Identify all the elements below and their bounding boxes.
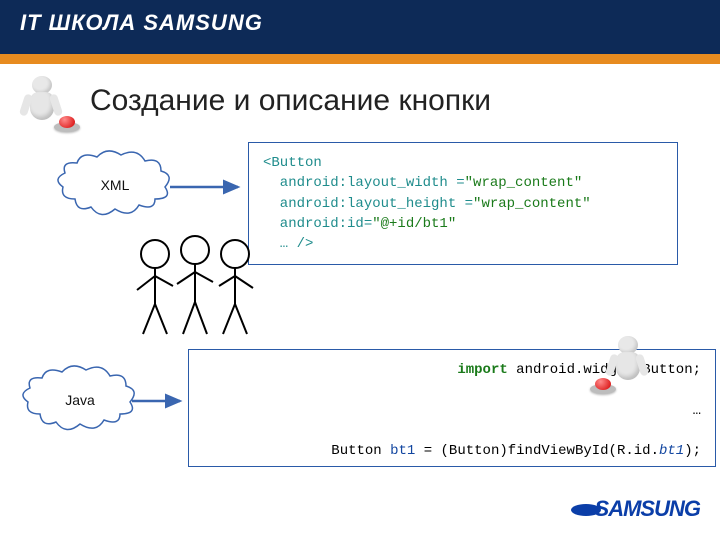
slide-header: IT ШКОЛА SAMSUNG [0, 0, 720, 54]
cloud-java: Java [20, 364, 140, 434]
cloud-xml: XML [55, 149, 175, 219]
cloud-xml-label: XML [55, 177, 175, 193]
slide-body: Создание и описание кнопки XML <Button a… [0, 54, 720, 530]
kids-illustration [125, 224, 265, 344]
arrow-icon [168, 172, 248, 202]
mannequin-button-icon [10, 70, 80, 140]
slide-title: Создание и описание кнопки [90, 84, 491, 118]
xml-code-box: <Button android:layout_width ="wrap_cont… [248, 142, 678, 265]
arrow-icon [130, 386, 190, 416]
cloud-java-label: Java [20, 392, 140, 408]
header-brand: IT ШКОЛА SAMSUNG [20, 10, 263, 36]
mannequin-button-icon [596, 330, 666, 400]
samsung-logo: SAMSUNG [571, 496, 700, 522]
